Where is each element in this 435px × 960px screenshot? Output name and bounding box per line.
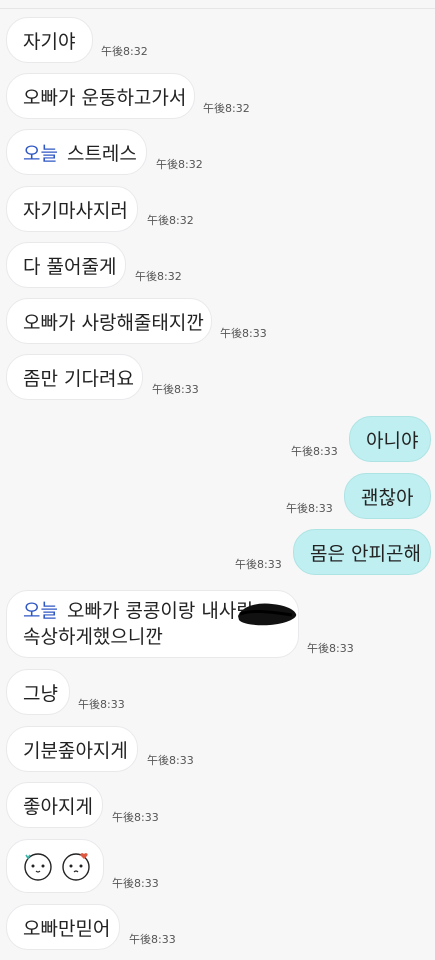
message-time: 午後8:32 [135,270,182,283]
message-bubble[interactable]: 좀만 기다려요 [6,354,143,400]
message-time: 午後8:33 [112,877,159,890]
message-time: 午後8:33 [112,811,159,824]
message-text: 아니야 [366,429,419,452]
message-text: 오빠가 사랑해줄태지깐 [23,311,204,334]
message-bubble[interactable]: 다 풀어줄게 [6,242,126,288]
face-icon [62,853,90,881]
message-time: 午後8:32 [203,102,250,115]
message-text: 좋아지게 [23,795,93,818]
message-text: 다 풀어줄게 [23,255,117,278]
message-bubble[interactable]: 오늘 스트레스 [6,129,147,175]
message-text: 오빠만믿어 [23,917,111,940]
message-text: 자기야 [23,30,76,53]
message-bubble[interactable] [6,839,104,893]
message-bubble[interactable]: 오빠가 사랑해줄태지깐 [6,298,212,344]
message-text: 오빠가 운동하고가서 [23,86,187,109]
message-time: 午後8:32 [101,45,148,58]
message-text: 기분좊아지게 [23,739,128,762]
message-time: 午後8:32 [147,214,194,227]
message-bubble[interactable]: 오빠만믿어 [6,904,120,950]
message-time: 午後8:33 [129,933,176,946]
message-text: 자기마사지러 [23,199,128,222]
message-bubble[interactable]: 오빠가 운동하고가서 [6,73,195,119]
message-bubble[interactable]: 그냥 [6,669,70,715]
message-bubble[interactable]: 몸은 안피곤해 [293,529,431,575]
message-bubble[interactable]: 좋아지게 [6,782,103,828]
message-time: 午後8:33 [78,698,125,711]
message-text: 몸은 안피곤해 [310,542,421,565]
sticker-faces [23,851,91,881]
scribble-redaction [238,603,297,626]
message-bubble[interactable]: 자기야 [6,17,93,63]
message-text: 좀만 기다려요 [23,367,134,390]
message-bubble[interactable]: 기분좊아지게 [6,726,138,772]
message-time: 午後8:33 [307,642,354,655]
highlighted-word: 오늘 [23,600,58,622]
message-time: 午後8:33 [286,502,333,515]
message-time: 午後8:33 [291,445,338,458]
message-bubble[interactable]: 괜찮아 [344,473,431,519]
message-time: 午後8:33 [220,327,267,340]
message-bubble[interactable]: 아니야 [349,416,431,462]
message-text: 스트레스 [66,142,137,165]
highlighted-word: 오늘 [23,142,58,165]
top-divider [0,8,435,9]
message-time: 午後8:33 [152,383,199,396]
message-line-1: 오늘 오빠가 콩콩이랑 내사랑 [23,598,254,624]
message-text: 괜찮아 [361,486,414,509]
message-text: 그냥 [23,682,58,705]
message-text: 오빠가 콩콩이랑 내사랑 [66,600,254,622]
message-line-2: 속상하게했으니깐 [23,626,163,648]
message-time: 午後8:32 [156,158,203,171]
message-bubble[interactable]: 자기마사지러 [6,186,138,232]
message-time: 午後8:33 [147,754,194,767]
message-time: 午後8:33 [235,558,282,571]
face-icon [24,853,52,881]
